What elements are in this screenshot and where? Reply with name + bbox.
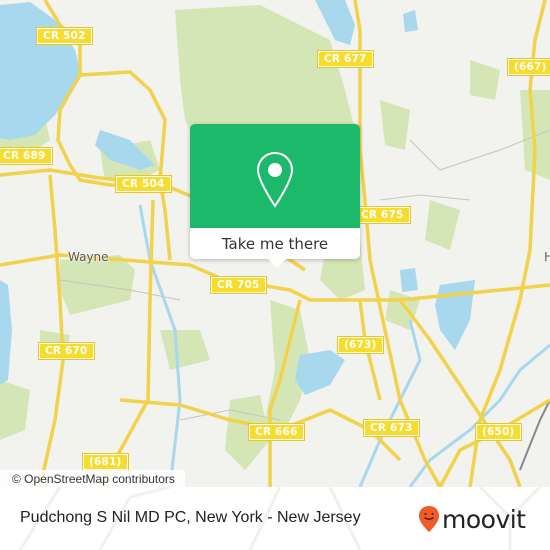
location-title: Pudchong S Nil MD PC, New York - New Jer… [20, 509, 361, 526]
location-popup[interactable]: Take me there [190, 124, 360, 268]
road-label-681: (681) [82, 453, 129, 471]
road-label-cr670: CR 670 [38, 342, 95, 360]
road-label-650: (650) [475, 423, 522, 441]
map-pin-icon [256, 151, 294, 208]
footer-bar: Pudchong S Nil MD PC, New York - New Jer… [0, 487, 550, 550]
popup-header [190, 124, 360, 228]
road-label-667: (667) [507, 58, 550, 76]
road-label-cr504: CR 504 [115, 175, 172, 193]
take-me-there-label: Take me there [221, 234, 329, 253]
road-label-673: (673) [337, 336, 384, 354]
moovit-wordmark: moovit [442, 504, 526, 534]
place-label-wayne: Wayne [68, 250, 109, 264]
map-view[interactable]: CR 502 CR 677 (667) CR 689 CR 504 CR 675… [0, 0, 550, 487]
road-label-cr502: CR 502 [36, 27, 93, 45]
take-me-there-button[interactable]: Take me there [190, 228, 360, 259]
road-label-cr689: CR 689 [0, 147, 53, 165]
moovit-pin-icon [419, 506, 439, 532]
road-label-cr675: CR 675 [354, 206, 411, 224]
map-attribution[interactable]: © OpenStreetMap contributors [0, 470, 185, 487]
moovit-logo[interactable]: moovit [418, 505, 526, 533]
road-label-cr673: CR 673 [363, 419, 420, 437]
road-label-cr666: CR 666 [248, 423, 305, 441]
road-label-cr677: CR 677 [317, 50, 374, 68]
place-label-edge: H [544, 250, 550, 264]
road-label-cr705: CR 705 [210, 276, 267, 294]
popup-pointer [268, 259, 286, 268]
